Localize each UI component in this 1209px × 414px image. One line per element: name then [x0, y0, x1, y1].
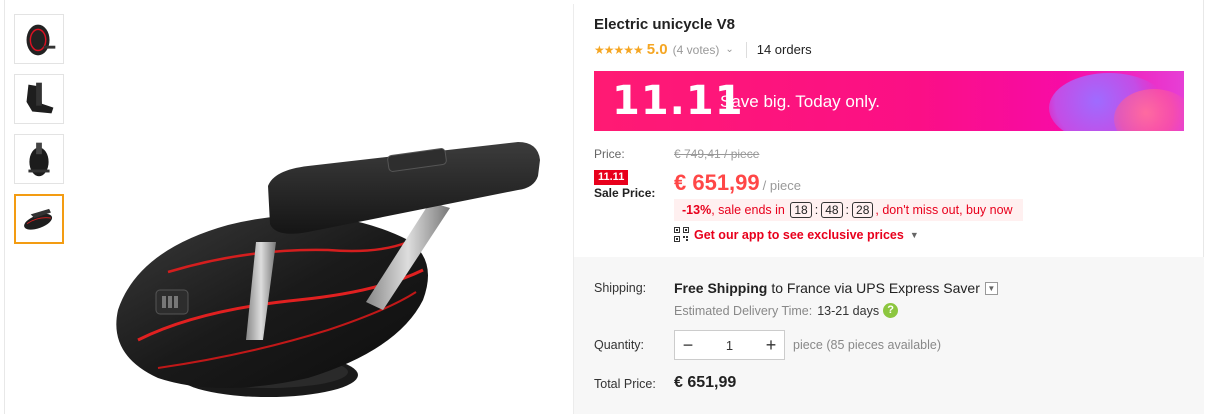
free-shipping-text: Free Shipping — [674, 280, 768, 296]
delivery-estimate: Estimated Delivery Time: 13-21 days ? — [674, 303, 899, 318]
star-icon: ★★★★★ — [594, 42, 644, 57]
total-price: € 651,99 — [674, 374, 737, 391]
shipping-method[interactable]: Free Shipping to France via UPS Express … — [674, 280, 998, 296]
main-product-image[interactable] — [78, 10, 570, 414]
caret-down-icon: ▼ — [909, 229, 919, 240]
delivery-days: 13-21 days — [817, 303, 880, 318]
shipping-destination: to France via UPS Express Saver — [771, 280, 980, 296]
timer-seconds: 28 — [852, 202, 874, 218]
price-unit: / piece — [762, 178, 801, 193]
vote-count[interactable]: (4 votes) — [673, 43, 720, 57]
discount-percent: -13% — [682, 203, 712, 217]
rating-row: ★★★★★ 5.0 (4 votes) ⌄ 14 orders — [594, 41, 812, 58]
quantity-label: Quantity: — [594, 338, 645, 352]
product-title: Electric unicycle V8 — [594, 16, 735, 33]
sale-ends-text: , sale ends in — [711, 203, 785, 217]
stock-availability: piece (85 pieces available) — [793, 338, 942, 352]
left-border — [4, 0, 5, 414]
sale-price-label: Sale Price: — [594, 186, 656, 200]
delivery-label: Estimated Delivery Time: — [674, 303, 813, 318]
price-label: Price: — [594, 147, 625, 161]
thumbnail-2[interactable] — [14, 74, 64, 124]
minus-icon[interactable]: − — [675, 335, 701, 356]
plus-icon[interactable]: + — [758, 335, 784, 356]
product-page: Electric unicycle V8 ★★★★★ 5.0 (4 votes)… — [0, 0, 1209, 414]
thumbnail-list — [14, 14, 64, 254]
sale-price: € 651,99/ piece — [674, 170, 801, 196]
qr-code-icon — [674, 227, 689, 242]
sale-badge: 11.11 — [594, 170, 629, 185]
help-icon[interactable]: ? — [883, 303, 899, 318]
app-promo-text: Get our app to see exclusive prices — [694, 227, 904, 242]
sale-price-value: € 651,99 — [674, 170, 760, 195]
shipping-label: Shipping: — [594, 281, 647, 295]
purchase-panel: Shipping: Free Shipping to France via UP… — [574, 257, 1204, 414]
timer-minutes: 48 — [821, 202, 843, 218]
order-count: 14 orders — [756, 42, 812, 57]
thumbnail-1[interactable] — [14, 14, 64, 64]
quantity-stepper: − + — [674, 330, 785, 360]
timer-colon: : — [814, 203, 819, 217]
timer-colon: : — [845, 203, 850, 217]
timer-hours: 18 — [790, 202, 812, 218]
chevron-down-icon[interactable]: ▼ — [984, 281, 998, 295]
rating-score: 5.0 — [646, 41, 668, 58]
urgency-text: , don't miss out, buy now — [875, 203, 1013, 217]
thumbnail-3[interactable] — [14, 134, 64, 184]
original-price: € 749,41 / piece — [674, 147, 760, 161]
app-promo-link[interactable]: Get our app to see exclusive prices ▼ — [674, 227, 919, 242]
divider — [745, 41, 747, 58]
banner-tagline: Save big. Today only. — [720, 92, 881, 111]
thumbnail-4[interactable] — [14, 194, 64, 244]
total-price-label: Total Price: — [594, 377, 656, 391]
quantity-input[interactable] — [701, 337, 758, 353]
sale-event-banner[interactable]: 11.11 Save big. Today only. — [594, 71, 1184, 131]
discount-promo: -13% , sale ends in 18:48:28 , don't mis… — [674, 199, 1023, 221]
chevron-down-icon[interactable]: ⌄ — [725, 44, 733, 55]
